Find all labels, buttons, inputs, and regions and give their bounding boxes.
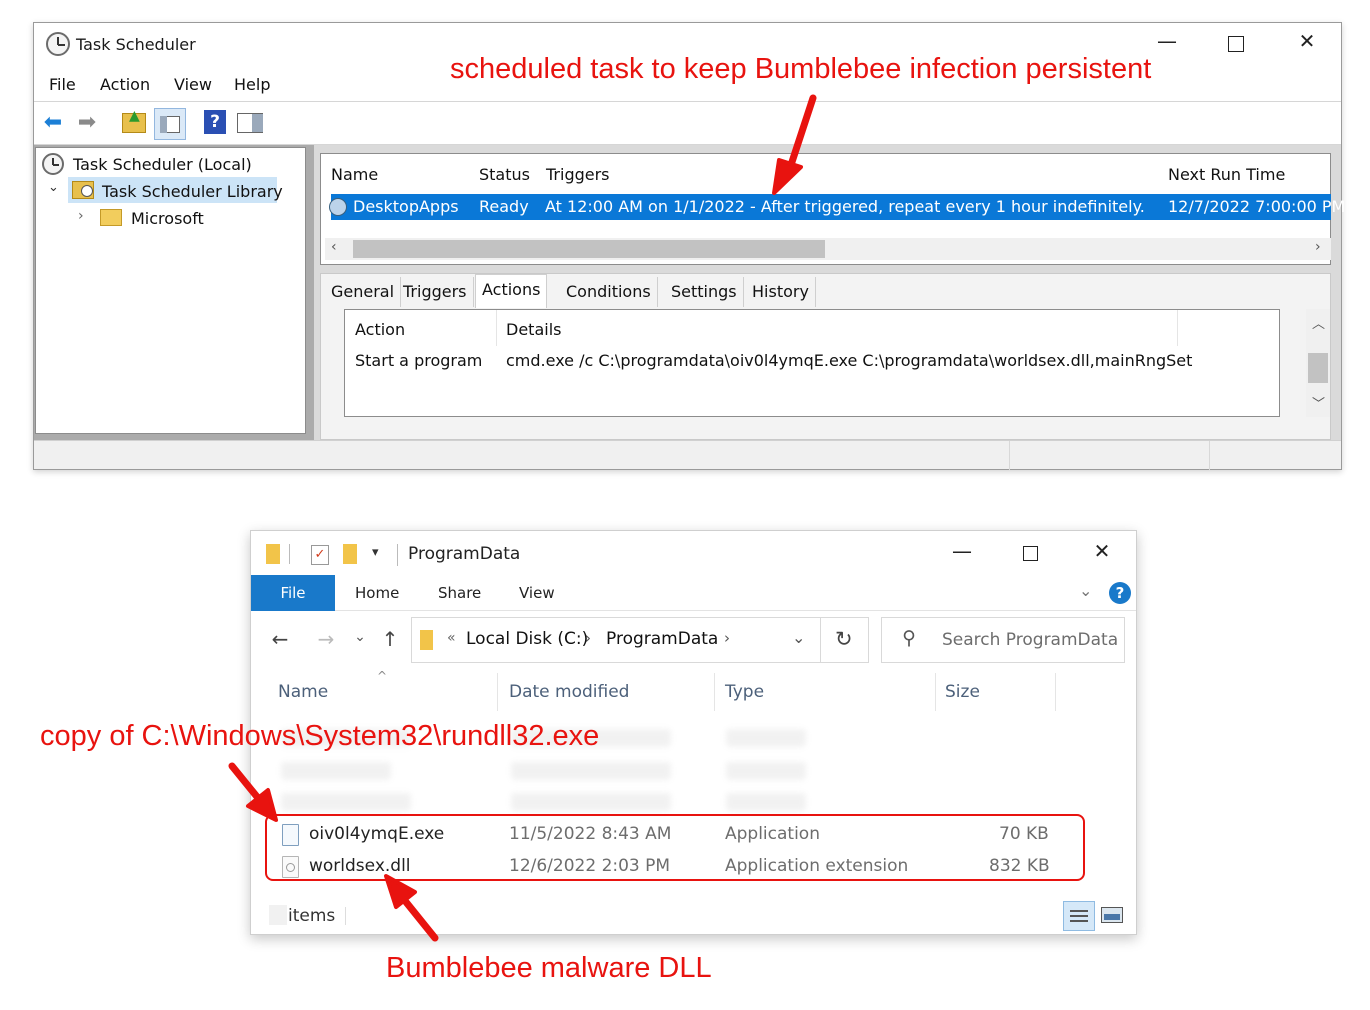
annotation-arrows (228, 94, 817, 942)
arrow-to-dll (384, 874, 439, 942)
arrow-to-task-row (772, 94, 817, 195)
arrow-to-exe (228, 762, 278, 822)
